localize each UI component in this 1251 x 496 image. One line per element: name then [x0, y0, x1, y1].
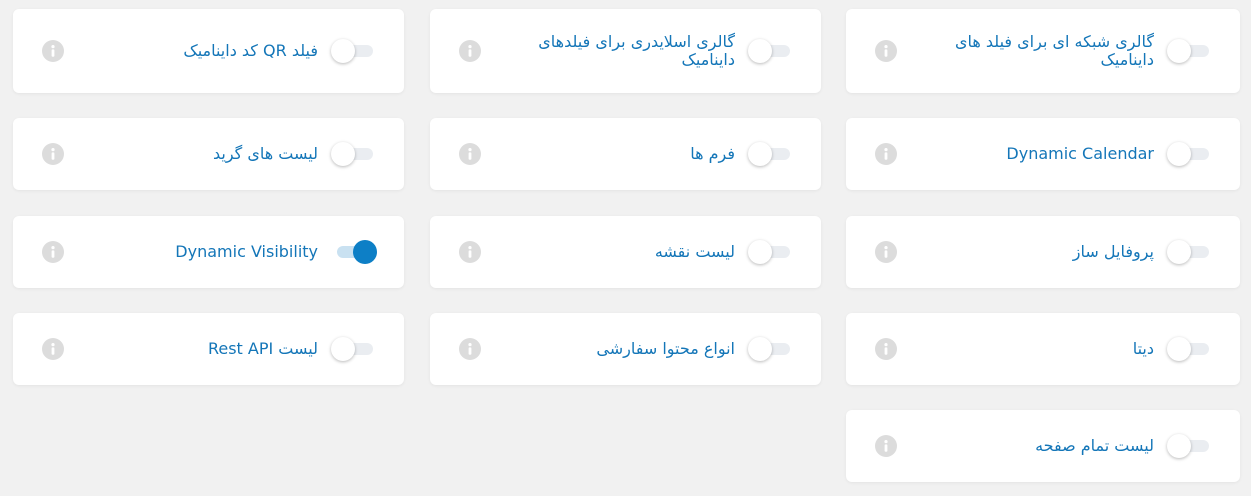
module-toggle[interactable] — [748, 336, 794, 362]
info-icon[interactable] — [875, 143, 897, 165]
module-label: لیست نقشه — [654, 242, 735, 261]
info-icon[interactable] — [42, 338, 64, 360]
info-icon[interactable] — [875, 435, 897, 457]
module-toggle[interactable] — [331, 336, 377, 362]
info-icon[interactable] — [875, 241, 897, 263]
module-label: لیست تمام صفحه — [1035, 436, 1154, 455]
module-card: انواع محتوا سفارشی — [430, 313, 821, 385]
module-toggle[interactable] — [331, 38, 377, 64]
info-icon[interactable] — [875, 338, 897, 360]
module-label: پروفایل ساز — [1072, 242, 1154, 261]
module-card: Dynamic Visibility — [13, 216, 404, 288]
module-card: دیتا — [846, 313, 1240, 385]
module-label: Dynamic Calendar — [1006, 144, 1154, 163]
module-toggle[interactable] — [1167, 336, 1213, 362]
module-label: لیست های گرید — [213, 144, 318, 163]
module-card: Dynamic Calendar — [846, 118, 1240, 190]
module-label: لیست Rest API — [207, 339, 318, 358]
module-card: فرم ها — [430, 118, 821, 190]
info-icon[interactable] — [459, 40, 481, 62]
module-card: پروفایل ساز — [846, 216, 1240, 288]
module-toggle[interactable] — [1167, 38, 1213, 64]
module-toggle[interactable] — [1167, 141, 1213, 167]
module-label: انواع محتوا سفارشی — [596, 339, 735, 358]
module-card: گالری شبکه ای برای فیلد های داینامیک — [846, 9, 1240, 93]
info-icon[interactable] — [459, 143, 481, 165]
module-label: Dynamic Visibility — [175, 242, 318, 261]
module-card: لیست های گرید — [13, 118, 404, 190]
modules-grid: گالری شبکه ای برای فیلد های داینامیک گال… — [0, 0, 1251, 496]
module-card: لیست تمام صفحه — [846, 410, 1240, 482]
info-icon[interactable] — [875, 40, 897, 62]
module-toggle[interactable] — [1167, 239, 1213, 265]
module-card: لیست نقشه — [430, 216, 821, 288]
module-toggle[interactable] — [331, 239, 377, 265]
module-label: دیتا — [1132, 339, 1154, 358]
info-icon[interactable] — [42, 241, 64, 263]
module-toggle[interactable] — [748, 38, 794, 64]
module-label: گالری اسلایدری برای فیلدهای داینامیک — [538, 32, 735, 69]
module-card: گالری اسلایدری برای فیلدهای داینامیک — [430, 9, 821, 93]
info-icon[interactable] — [42, 143, 64, 165]
module-label: فرم ها — [690, 144, 735, 163]
info-icon[interactable] — [459, 241, 481, 263]
module-label: گالری شبکه ای برای فیلد های داینامیک — [954, 32, 1154, 69]
module-card: لیست Rest API — [13, 313, 404, 385]
module-toggle[interactable] — [748, 239, 794, 265]
module-toggle[interactable] — [1167, 433, 1213, 459]
module-card: فیلد QR کد داینامیک — [13, 9, 404, 93]
module-label: فیلد QR کد داینامیک — [183, 41, 318, 60]
module-toggle[interactable] — [331, 141, 377, 167]
module-toggle[interactable] — [748, 141, 794, 167]
info-icon[interactable] — [459, 338, 481, 360]
info-icon[interactable] — [42, 40, 64, 62]
